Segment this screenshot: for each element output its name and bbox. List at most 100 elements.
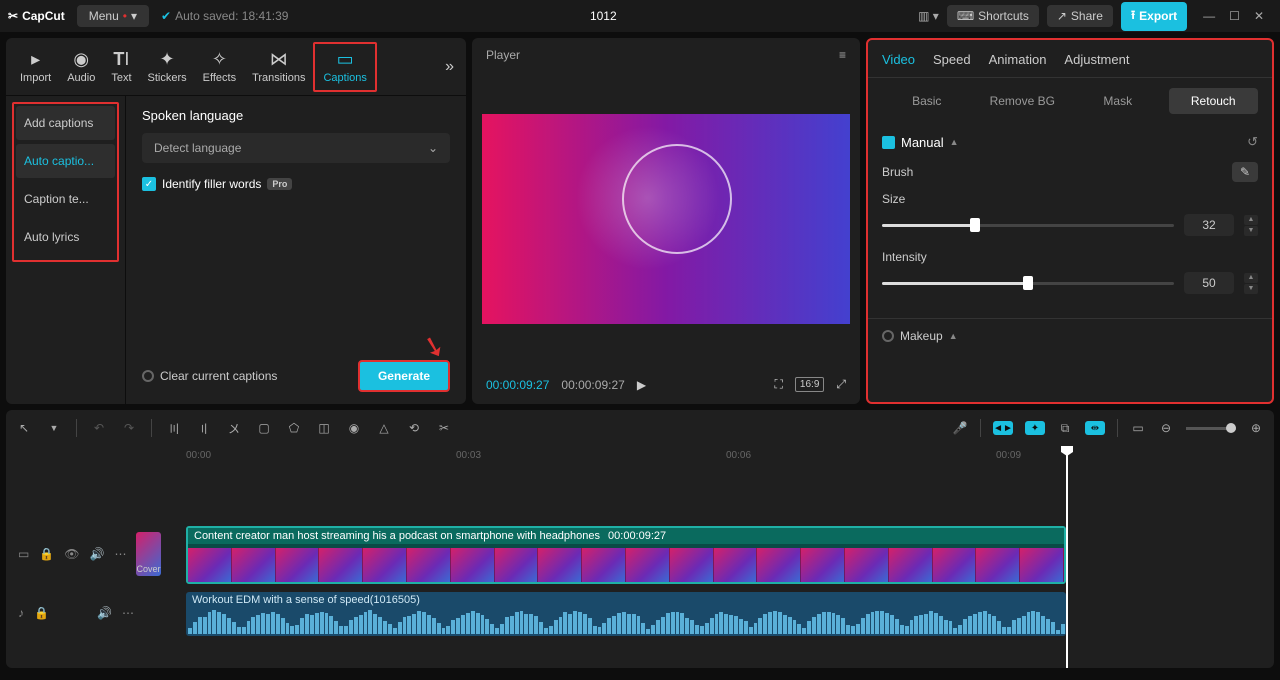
maximize-icon[interactable]: ☐: [1229, 9, 1240, 23]
size-stepper[interactable]: ▲▼: [1244, 215, 1258, 236]
filler-words-checkbox[interactable]: ✓ Identify filler words Pro: [142, 177, 450, 191]
captions-icon: ▭: [337, 50, 354, 70]
mirror-icon[interactable]: △: [376, 421, 392, 435]
sidebar-item-add-captions[interactable]: Add captions: [16, 106, 115, 140]
tab-text[interactable]: TIText: [103, 44, 139, 90]
split-left-icon[interactable]: 〢: [196, 420, 212, 437]
export-button[interactable]: ⭱ Export: [1121, 2, 1187, 31]
snap-toggle-1[interactable]: ◄►: [993, 421, 1013, 435]
split-icon[interactable]: 〣: [166, 420, 182, 437]
tab-effects[interactable]: ✧Effects: [195, 44, 244, 90]
lock-icon[interactable]: 🔒: [39, 547, 54, 561]
mic-icon[interactable]: 🎤: [952, 421, 968, 435]
menu-button[interactable]: Menu • ▾: [77, 5, 149, 27]
fullscreen-icon[interactable]: ⤢: [836, 377, 846, 392]
tab-speed[interactable]: Speed: [933, 52, 971, 67]
more-icon[interactable]: ⋯: [122, 606, 134, 620]
clear-captions-option[interactable]: Clear current captions: [142, 369, 277, 383]
shape-icon[interactable]: ⬠: [286, 421, 302, 435]
preview-icon[interactable]: ▭: [1130, 421, 1146, 435]
share-button[interactable]: ↗ Share: [1047, 5, 1113, 27]
audio-clip[interactable]: Workout EDM with a sense of speed(101650…: [186, 592, 1066, 636]
cover-thumbnail[interactable]: Cover: [136, 532, 160, 576]
sidebar-item-auto-captions[interactable]: Auto captio...: [16, 144, 115, 178]
layout-icon[interactable]: ▥ ▾: [918, 9, 939, 23]
tab-audio[interactable]: ◉Audio: [59, 44, 103, 90]
music-icon[interactable]: ♪: [18, 606, 24, 620]
zoom-in-icon[interactable]: ⊕: [1248, 421, 1264, 435]
video-clip[interactable]: Content creator man host streaming his a…: [186, 526, 1066, 584]
tab-captions[interactable]: ▭Captions: [313, 42, 376, 92]
captions-content: Spoken language Detect language ⌄ ✓ Iden…: [126, 96, 466, 404]
tab-transitions[interactable]: ⋈Transitions: [244, 44, 313, 90]
down-icon[interactable]: ▼: [1244, 226, 1258, 236]
rotate-icon[interactable]: ⟲: [406, 421, 422, 435]
playhead[interactable]: [1066, 448, 1068, 668]
scale-icon[interactable]: ⛶: [775, 377, 783, 392]
sidebar-item-auto-lyrics[interactable]: Auto lyrics: [16, 220, 115, 254]
tab-animation[interactable]: Animation: [989, 52, 1047, 67]
more-icon[interactable]: ⋯: [114, 547, 126, 561]
up-icon[interactable]: ▲: [1244, 273, 1258, 283]
mute-icon[interactable]: 🔊: [90, 547, 105, 561]
selection-tool-icon[interactable]: ↖: [16, 421, 32, 435]
intensity-slider[interactable]: [882, 282, 1174, 285]
mute-icon[interactable]: 🔊: [97, 606, 112, 620]
subtab-retouch[interactable]: Retouch: [1169, 88, 1259, 114]
app-logo: ✂ CapCut: [8, 9, 65, 23]
zoom-out-icon[interactable]: ⊖: [1158, 421, 1174, 435]
down-icon[interactable]: ▼: [1244, 284, 1258, 294]
player-menu-icon[interactable]: ≡: [839, 48, 846, 62]
video-subtabs: Basic Remove BG Mask Retouch: [868, 78, 1272, 124]
timeline-ruler[interactable]: 00:00 00:03 00:06 00:09: [6, 446, 1274, 470]
subtab-mask[interactable]: Mask: [1073, 88, 1163, 114]
split-right-icon[interactable]: 〤: [226, 420, 242, 437]
tab-video[interactable]: Video: [882, 52, 915, 67]
play-icon[interactable]: ▶: [637, 378, 646, 392]
track-visibility-icon[interactable]: ▭: [18, 547, 29, 561]
record-icon[interactable]: ◉: [346, 421, 362, 435]
snap-toggle-2[interactable]: ✦: [1025, 421, 1045, 435]
chevron-down-icon[interactable]: ▼: [46, 423, 62, 433]
shortcuts-button[interactable]: ⌨ Shortcuts: [947, 5, 1039, 27]
manual-header[interactable]: Manual ▲ ↺: [882, 134, 1258, 150]
player-controls: 00:00:09:27 00:00:09:27 ▶ ⛶ 16:9 ⤢: [472, 365, 860, 404]
intensity-value[interactable]: 50: [1184, 272, 1234, 294]
brush-tool-icon[interactable]: ✎: [1232, 162, 1258, 182]
aspect-ratio[interactable]: 16:9: [795, 377, 824, 392]
eye-icon[interactable]: 👁: [64, 547, 79, 561]
tab-adjustment[interactable]: Adjustment: [1064, 52, 1129, 67]
tab-stickers[interactable]: ✦Stickers: [140, 44, 195, 90]
titlebar-right: ▥ ▾ ⌨ Shortcuts ↗ Share ⭱ Export — ☐ ✕: [918, 2, 1272, 31]
crop-icon[interactable]: ✂: [436, 421, 452, 435]
size-value[interactable]: 32: [1184, 214, 1234, 236]
delete-icon[interactable]: ▢: [256, 421, 272, 435]
subtab-removebg[interactable]: Remove BG: [978, 88, 1068, 114]
makeup-section[interactable]: Makeup ▲: [868, 318, 1272, 353]
sidebar-item-caption-template[interactable]: Caption te...: [16, 182, 115, 216]
up-icon[interactable]: ▲: [1244, 215, 1258, 225]
redo-icon[interactable]: ↷: [121, 421, 137, 435]
zoom-slider[interactable]: [1186, 427, 1236, 430]
subtab-basic[interactable]: Basic: [882, 88, 972, 114]
tab-import[interactable]: ▸Import: [12, 44, 59, 90]
check-icon: ✔: [161, 9, 171, 23]
timeline[interactable]: 00:00 00:03 00:06 00:09 ▭ 🔒 👁 🔊 ⋯ Cover …: [6, 446, 1274, 668]
undo-icon[interactable]: ↶: [91, 421, 107, 435]
language-select[interactable]: Detect language ⌄: [142, 133, 450, 163]
player-viewport[interactable]: [482, 72, 850, 365]
size-slider[interactable]: [882, 224, 1174, 227]
video-track-head: ▭ 🔒 👁 🔊 ⋯ Cover: [6, 532, 146, 576]
clip-duration: 00:00:09:27: [608, 530, 666, 542]
minimize-icon[interactable]: —: [1203, 9, 1215, 23]
lock-icon[interactable]: 🔒: [34, 606, 49, 620]
intensity-stepper[interactable]: ▲▼: [1244, 273, 1258, 294]
snap-toggle-3[interactable]: ⇹: [1085, 421, 1105, 435]
close-icon[interactable]: ✕: [1254, 9, 1264, 23]
generate-button[interactable]: Generate: [358, 360, 450, 392]
crop-box-icon[interactable]: ◫: [316, 421, 332, 435]
reset-icon[interactable]: ↺: [1247, 134, 1258, 150]
manual-section: Manual ▲ ↺ Brush ✎ Size 32 ▲▼: [868, 124, 1272, 318]
more-tabs-icon[interactable]: »: [439, 52, 460, 82]
link-icon[interactable]: ⧉: [1057, 421, 1073, 436]
